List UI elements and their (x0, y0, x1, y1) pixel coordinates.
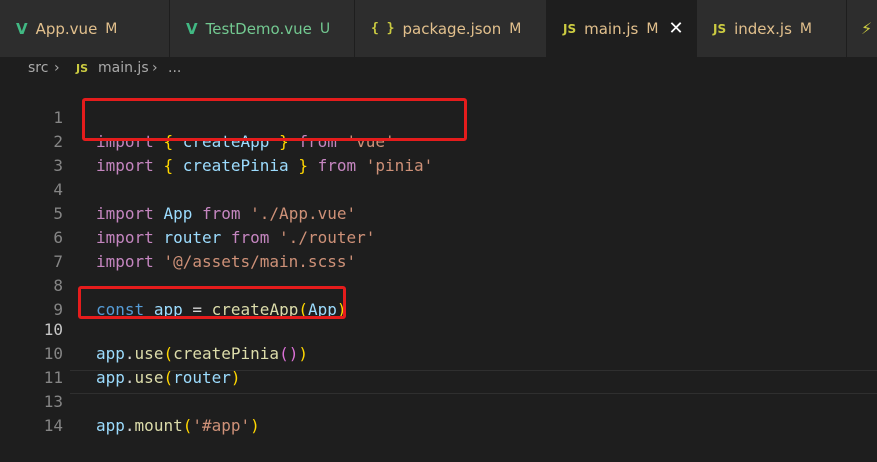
code-line: 11 (0, 342, 877, 387)
tab-label: App.vue (35, 19, 98, 38)
tab-label: package.json (402, 19, 502, 38)
tab-package-json[interactable]: { } package.json M (355, 0, 547, 57)
js-icon: JS (563, 21, 577, 36)
tab-label: index.js (734, 19, 792, 38)
breadcrumb: src › JS main.js › ... (0, 57, 877, 79)
tab-label: main.js (584, 19, 639, 38)
vue-icon: V (16, 19, 28, 38)
code-line: 14 (0, 390, 877, 435)
untracked-badge: U (319, 20, 331, 37)
code-line: 10 app.use(router) (0, 318, 877, 387)
code-line: 4 import App from './App.vue' (0, 154, 877, 223)
tab-overflow[interactable]: ⚡ (847, 0, 877, 57)
js-icon: JS (76, 62, 89, 75)
highlight-box-import-pinia (82, 98, 467, 141)
tab-app-vue[interactable]: V App.vue M (0, 0, 170, 57)
chevron-right-icon: › (152, 60, 158, 76)
modified-badge: M (646, 20, 659, 37)
lightning-icon: ⚡ (861, 19, 873, 38)
close-icon[interactable]: ✕ (668, 19, 683, 38)
highlight-box-use-pinia (78, 286, 346, 319)
line-number: 14 (43, 416, 63, 435)
breadcrumb-file[interactable]: main.js (98, 60, 149, 76)
tab-testdemo-vue[interactable]: V TestDemo.vue U (170, 0, 355, 57)
tab-main-js[interactable]: JS main.js M ✕ (547, 0, 697, 57)
modified-badge: M (799, 20, 812, 37)
code-line: 5 import router from './router' (0, 178, 877, 247)
code-line: 8 const app = createApp(App) (0, 250, 877, 319)
vue-icon: V (186, 19, 198, 38)
editor-tab-bar: V App.vue M V TestDemo.vue U { } package… (0, 0, 877, 57)
tab-index-js[interactable]: JS index.js M (697, 0, 847, 57)
chevron-right-icon: › (54, 60, 60, 76)
code-line: 7 (0, 226, 877, 271)
breadcrumb-more[interactable]: ... (168, 60, 181, 76)
breadcrumb-folder[interactable]: src (28, 60, 48, 76)
code-line: 13 app.mount('#app') (0, 366, 877, 435)
json-icon: { } (371, 21, 395, 36)
modified-badge: M (509, 20, 522, 37)
js-icon: JS (713, 21, 727, 36)
modified-badge: M (105, 20, 118, 37)
code-line: 6 import '@/assets/main.scss' (0, 202, 877, 271)
tab-label: TestDemo.vue (205, 19, 312, 38)
